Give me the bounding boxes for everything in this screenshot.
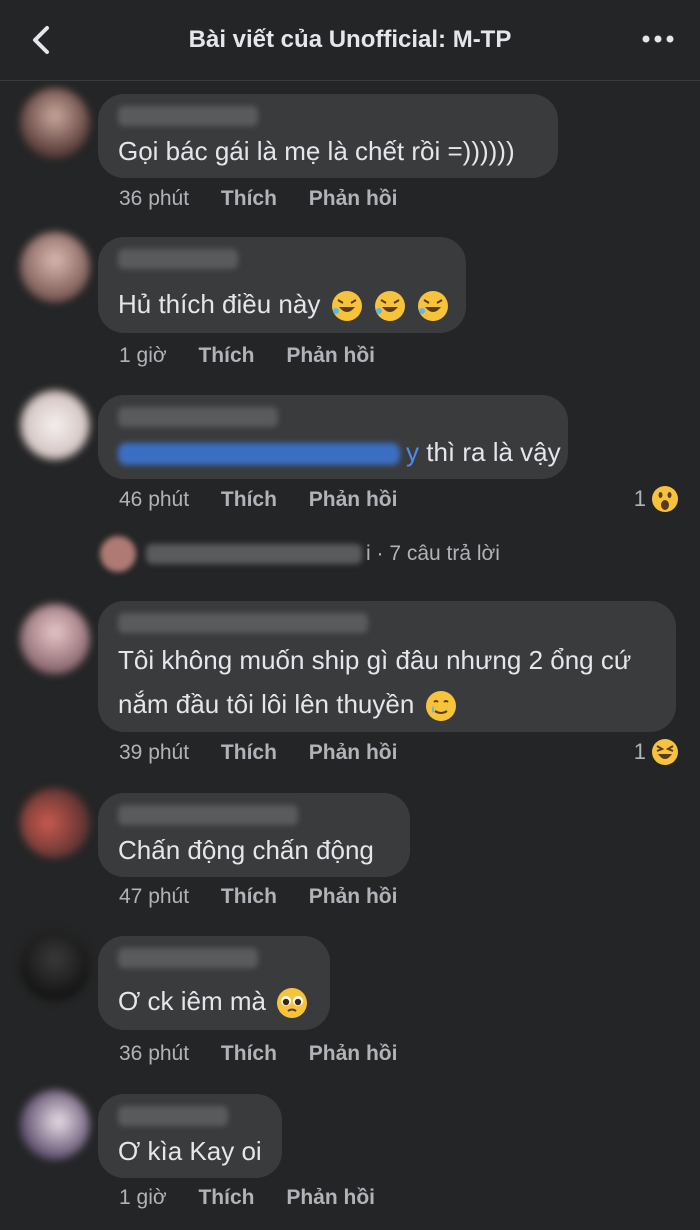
comment-text: Tôi không muốn ship gì đâu nhưng 2 ổng c… (118, 645, 632, 675)
comment-text: Ơ ck iêm mà (118, 984, 309, 1020)
reply-button[interactable]: Phản hồi (309, 1042, 398, 1065)
reply-button[interactable]: Phản hồi (309, 187, 398, 210)
wow-emoji-icon (652, 486, 678, 512)
comment-bubble: Hủ thích điều này (98, 237, 466, 333)
commenter-name[interactable] (118, 407, 278, 427)
comment-text: Ơ kìa Kay oi (118, 1136, 262, 1166)
like-button[interactable]: Thích (221, 741, 277, 764)
comment-time: 47 phút (119, 885, 190, 908)
like-button[interactable]: Thích (221, 1042, 277, 1065)
avatar[interactable] (20, 931, 90, 1001)
more-dots-icon (642, 35, 674, 43)
reaction-summary[interactable]: 1 (634, 484, 680, 514)
reaction-count: 1 (633, 739, 646, 764)
rofl-emoji-icon (374, 291, 405, 322)
mention-tail[interactable]: y (406, 437, 419, 467)
comment-text: Gọi bác gái là mẹ là chết rồi =)))))) (118, 136, 515, 166)
reaction-count: 1 (633, 486, 646, 511)
comment-meta: 36 phút Thích Phản hồi (119, 1042, 423, 1066)
like-button[interactable]: Thích (221, 885, 277, 908)
comment-meta: 36 phút Thích Phản hồi (119, 187, 423, 211)
like-button[interactable]: Thích (198, 344, 254, 367)
reply-button[interactable]: Phản hồi (309, 885, 398, 908)
comment-text: Chấn động chấn động (118, 835, 374, 865)
avatar[interactable] (20, 788, 90, 858)
reaction-summary[interactable]: 1 (634, 737, 680, 767)
commenter-name[interactable] (118, 613, 368, 633)
avatar[interactable] (20, 390, 90, 460)
comment-bubble: Gọi bác gái là mẹ là chết rồi =)))))) (98, 94, 558, 178)
rofl-emoji-icon (418, 291, 449, 322)
commenter-name[interactable] (118, 1106, 228, 1126)
comment-time: 36 phút (119, 187, 190, 210)
commenter-name[interactable] (118, 805, 298, 825)
comment-text: y thì ra là vậy (118, 435, 561, 469)
view-replies[interactable]: i · 7 câu trả lời (100, 536, 500, 572)
avatar[interactable] (20, 1090, 90, 1160)
like-button[interactable]: Thích (198, 1186, 254, 1209)
like-button[interactable]: Thích (221, 187, 277, 210)
top-bar: Bài viết của Unofficial: M-TP (0, 0, 700, 81)
comment-meta: 46 phút Thích Phản hồi (119, 488, 423, 512)
reply-button[interactable]: Phản hồi (286, 344, 375, 367)
avatar[interactable] (20, 88, 90, 158)
comment-text-content: nắm đầu tôi lôi lên thuyền (118, 689, 415, 719)
mention-link[interactable] (118, 443, 400, 466)
comment-time: 39 phút (119, 741, 190, 764)
comment-text-content: thì ra là vậy (426, 437, 561, 467)
commenter-name[interactable] (118, 948, 258, 968)
comment-text: Hủ thích điều này (118, 287, 450, 323)
comment-time: 36 phút (119, 1042, 190, 1065)
reply-author-name (146, 544, 362, 564)
comment-bubble: Chấn động chấn động (98, 793, 410, 877)
rofl-emoji-icon (331, 291, 362, 322)
crying-smile-emoji-icon (425, 691, 456, 722)
avatar (100, 536, 136, 572)
reply-button[interactable]: Phản hồi (286, 1186, 375, 1209)
comment-text: nắm đầu tôi lôi lên thuyền (118, 687, 458, 723)
reply-button[interactable]: Phản hồi (309, 488, 398, 511)
comment-time: 46 phút (119, 488, 190, 511)
replies-count[interactable]: i · 7 câu trả lời (366, 542, 500, 566)
comment-meta: 47 phút Thích Phản hồi (119, 885, 423, 909)
comment-meta: 1 giờ Thích Phản hồi (119, 1186, 401, 1210)
page-title: Bài viết của Unofficial: M-TP (188, 26, 512, 53)
comment-meta: 1 giờ Thích Phản hồi (119, 344, 401, 368)
comment-bubble: Ơ kìa Kay oi (98, 1094, 282, 1178)
comment-time: 1 giờ (119, 1186, 167, 1209)
comment-bubble: y thì ra là vậy (98, 395, 568, 479)
avatar[interactable] (20, 604, 90, 674)
reply-button[interactable]: Phản hồi (309, 741, 398, 764)
like-button[interactable]: Thích (221, 488, 277, 511)
comment-text-content: Ơ ck iêm mà (118, 986, 266, 1016)
comment-time: 1 giờ (119, 344, 167, 367)
avatar[interactable] (20, 232, 90, 302)
comment-bubble: Tôi không muốn ship gì đâu nhưng 2 ổng c… (98, 601, 676, 732)
comment-bubble: Ơ ck iêm mà (98, 936, 330, 1030)
comment-text-content: Hủ thích điều này (118, 289, 321, 319)
comment-meta: 39 phút Thích Phản hồi (119, 741, 423, 765)
haha-emoji-icon (652, 739, 678, 765)
pleading-emoji-icon (277, 988, 308, 1019)
more-options-button[interactable] (638, 24, 678, 54)
commenter-name[interactable] (118, 106, 258, 126)
commenter-name[interactable] (118, 249, 238, 269)
